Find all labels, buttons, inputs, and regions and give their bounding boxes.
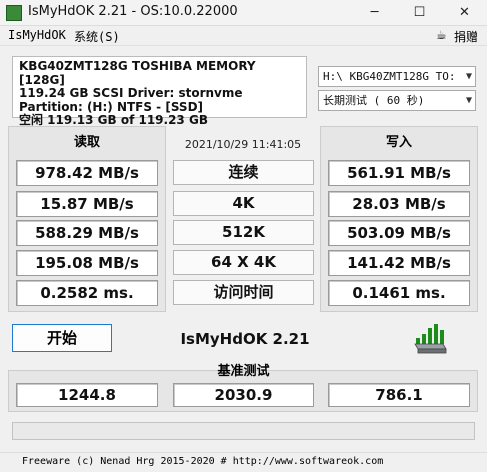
- drive-model: KBG40ZMT128G TOSHIBA MEMORY [128G]: [19, 59, 256, 87]
- write-512k-value: 503.09 MB/s: [328, 220, 470, 246]
- drive-select-value: H:\ KBG40ZMT128G TO:: [323, 70, 456, 83]
- benchmark-write-score: 786.1: [328, 383, 470, 407]
- write-title: 写入: [385, 135, 412, 150]
- read-64x4k-value: 195.08 MB/s: [16, 250, 158, 276]
- drive-partition: Partition: (H:) NTFS - [SSD]: [19, 99, 204, 114]
- write-4k-value: 28.03 MB/s: [328, 191, 470, 217]
- title-bar: IsMyHdOK 2.21 - OS:10.0.22000 ─ ☐ ✕: [0, 0, 487, 26]
- write-access-time-value: 0.1461 ms.: [328, 280, 470, 306]
- progress-bar: [12, 422, 475, 440]
- minimize-button[interactable]: ─: [352, 0, 397, 26]
- chevron-down-icon: ▼: [465, 71, 472, 82]
- menu-bar: IsMyHdOK 系统(S) ☕ 捐赠: [0, 26, 487, 46]
- test-timestamp: 2021/10/29 11:41:05: [184, 138, 302, 151]
- write-64x4k-value: 141.42 MB/s: [328, 250, 470, 276]
- test-512k-label: 512K: [173, 220, 314, 245]
- drive-size-driver: 119.24 GB SCSI Driver: stornvme: [19, 86, 243, 100]
- maximize-button[interactable]: ☐: [397, 0, 442, 26]
- menu-ismyhdok[interactable]: IsMyHdOK: [8, 28, 66, 42]
- benchmark-read-score: 1244.8: [16, 383, 158, 407]
- write-sequential-value: 561.91 MB/s: [328, 160, 470, 186]
- coffee-icon[interactable]: ☕: [436, 28, 447, 42]
- app-icon: [6, 5, 22, 21]
- read-sequential-value: 978.42 MB/s: [16, 160, 158, 186]
- read-512k-value: 588.29 MB/s: [16, 220, 158, 246]
- menu-donate[interactable]: 捐赠: [454, 28, 478, 45]
- read-access-time-value: 0.2582 ms.: [16, 280, 158, 306]
- app-brand: IsMyHdOK 2.21: [180, 330, 310, 348]
- hard-drive-icon: [414, 324, 447, 354]
- status-bar: Freeware (c) Nenad Hrg 2015-2020 # http:…: [0, 452, 487, 472]
- test-64x4k-label: 64 X 4K: [173, 250, 314, 275]
- test-duration-value: 长期测试 ( 60 秒): [323, 94, 425, 107]
- test-4k-label: 4K: [173, 191, 314, 216]
- start-button[interactable]: 开始: [12, 324, 112, 352]
- benchmark-title: 基准测试: [217, 364, 270, 379]
- drive-select[interactable]: H:\ KBG40ZMT128G TO: ▼: [318, 66, 476, 87]
- test-access-time-label: 访问时间: [173, 280, 314, 305]
- test-duration-select[interactable]: 长期测试 ( 60 秒) ▼: [318, 90, 476, 111]
- menu-system[interactable]: 系统(S): [74, 28, 120, 45]
- close-button[interactable]: ✕: [442, 0, 487, 26]
- drive-info-box: KBG40ZMT128G TOSHIBA MEMORY [128G] 119.2…: [12, 56, 307, 127]
- benchmark-total-score: 2030.9: [173, 383, 314, 407]
- window-title: IsMyHdOK 2.21 - OS:10.0.22000: [28, 4, 238, 19]
- test-sequential-label: 连续: [173, 160, 314, 185]
- read-title: 读取: [73, 135, 100, 150]
- chevron-down-icon: ▼: [465, 95, 472, 106]
- read-4k-value: 15.87 MB/s: [16, 191, 158, 217]
